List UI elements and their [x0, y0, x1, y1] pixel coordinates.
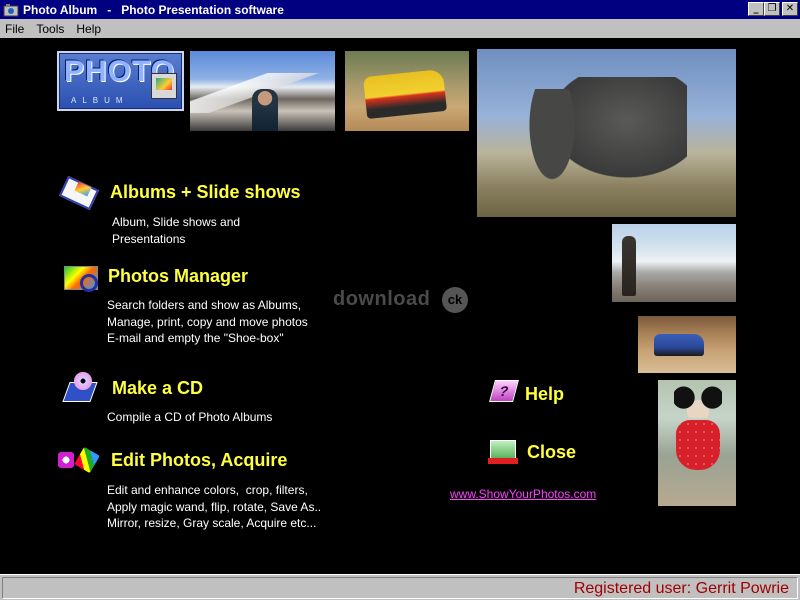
photos-manager-description: Search folders and show as Albums, Manag…	[107, 298, 308, 345]
make-cd-description: Compile a CD of Photo Albums	[107, 410, 273, 424]
photo-album-logo: PHOTO ALBUM	[57, 51, 184, 111]
make-cd-icon[interactable]	[62, 372, 102, 402]
minnie-mouse-photo	[658, 380, 736, 506]
close-window-button[interactable]: ✕	[782, 2, 798, 16]
watermark-badge: ck	[442, 287, 468, 313]
elephant-photo	[477, 49, 736, 217]
logo-monitor-icon	[151, 73, 177, 99]
albums-slideshows-button[interactable]: Albums + Slide shows	[110, 182, 301, 203]
make-cd-button[interactable]: Make a CD	[112, 378, 203, 399]
help-button[interactable]: Help	[525, 384, 564, 405]
app-icon[interactable]	[3, 3, 19, 17]
window-controls: _ ❐ ✕	[748, 2, 798, 16]
status-bar: Registered user: Gerrit Powrie	[0, 574, 800, 600]
jeep-photo	[638, 316, 736, 373]
close-icon[interactable]	[488, 438, 518, 466]
beach-photo	[612, 224, 736, 302]
mountain-photo	[190, 51, 335, 131]
logo-sub: ALBUM	[71, 96, 129, 105]
photos-manager-icon[interactable]	[62, 264, 102, 292]
registered-user-text: Registered user: Gerrit Powrie	[573, 580, 789, 597]
download-watermark: download	[333, 288, 431, 310]
close-button[interactable]: Close	[527, 442, 576, 463]
albums-icon[interactable]	[58, 178, 98, 206]
rally-car-photo	[345, 51, 469, 131]
restore-button[interactable]: ❐	[764, 2, 780, 16]
edit-photos-button[interactable]: Edit Photos, Acquire	[111, 450, 287, 471]
window-title: Photo Album - Photo Presentation softwar…	[23, 2, 284, 17]
menu-file[interactable]: File	[0, 22, 30, 36]
menu-help[interactable]: Help	[70, 22, 107, 36]
status-panel: Registered user: Gerrit Powrie	[2, 577, 798, 599]
menu-bar: File Tools Help	[0, 19, 800, 38]
help-icon[interactable]	[490, 380, 518, 406]
photos-manager-button[interactable]: Photos Manager	[108, 266, 248, 287]
edit-photos-description: Edit and enhance colors, crop, filters, …	[107, 483, 322, 530]
website-link[interactable]: www.ShowYourPhotos.com	[450, 487, 596, 501]
title-bar: Photo Album - Photo Presentation softwar…	[0, 0, 800, 19]
menu-tools[interactable]: Tools	[30, 22, 70, 36]
albums-description: Album, Slide shows and Presentations	[112, 215, 241, 246]
main-content: PHOTO ALBUM Albums + Slide shows Album, …	[0, 38, 800, 574]
edit-photos-icon[interactable]	[56, 448, 96, 476]
minimize-button[interactable]: _	[748, 2, 764, 16]
